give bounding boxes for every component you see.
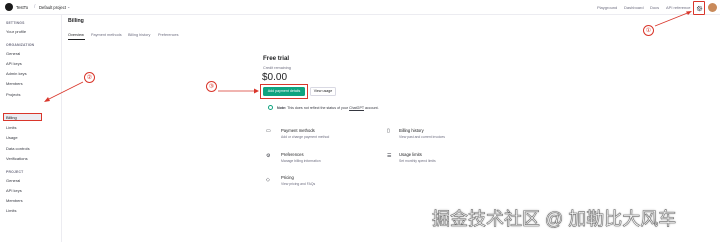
annotation-2: ② [84,72,95,83]
annotation-1: ① [643,25,654,36]
annotation-3: ③ [206,81,217,92]
watermark: 掘金技术社区 @ 加勒比大风车 [432,209,677,230]
